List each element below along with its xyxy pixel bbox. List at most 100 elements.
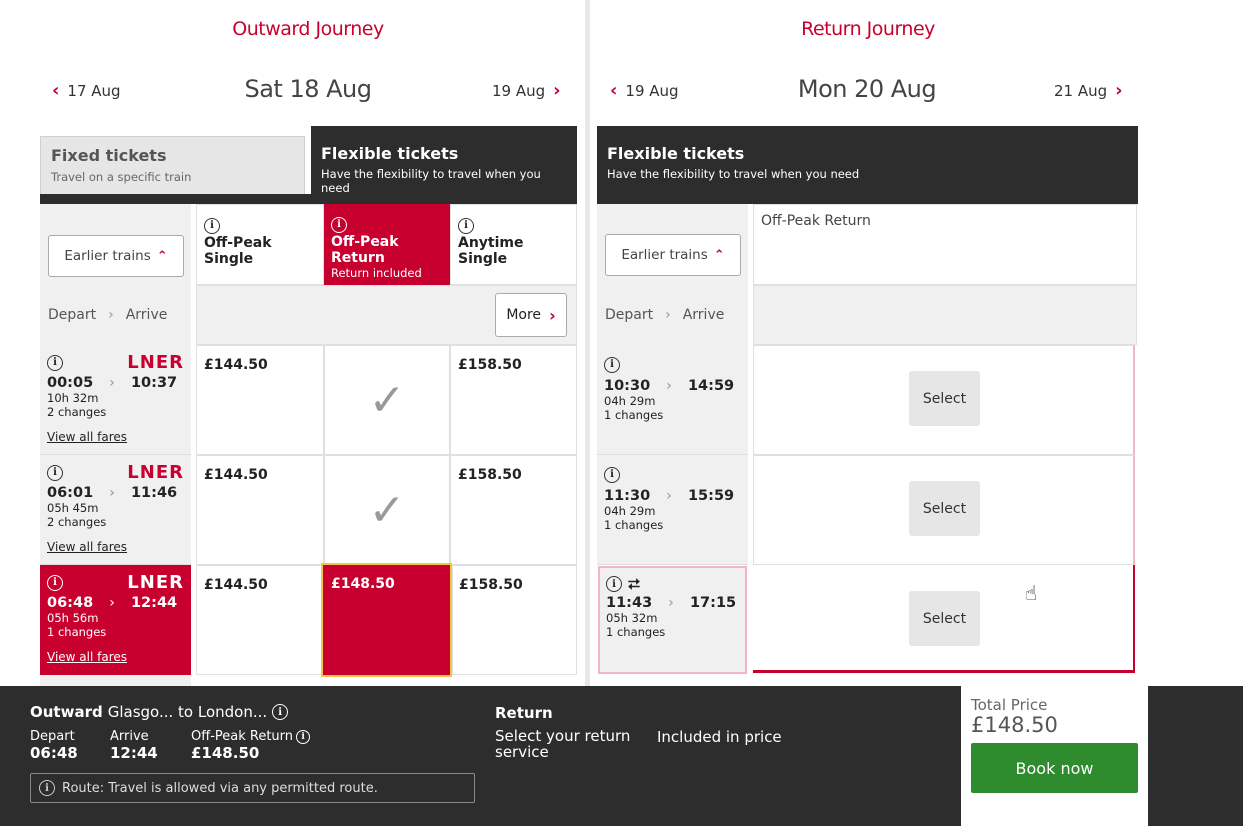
info-icon[interactable]: i	[47, 464, 63, 481]
outward-earlier-trains-button[interactable]: Earlier trains ⌃	[48, 235, 184, 277]
column-divider	[585, 0, 590, 686]
view-all-fares-link[interactable]: View all fares	[47, 650, 184, 664]
fare-price: £158.50	[458, 467, 522, 483]
fare-header-off-peak-single[interactable]: i Off-Peak Single	[196, 204, 324, 285]
operator-logo: LNER	[127, 352, 184, 373]
earlier-trains-label: Earlier trains	[64, 248, 151, 264]
total-value: £148.50	[971, 713, 1058, 737]
view-all-fares-link[interactable]: View all fares	[47, 540, 184, 554]
info-icon[interactable]: i	[296, 729, 311, 744]
tab-bar-underline	[40, 194, 577, 204]
select-button[interactable]: Select	[909, 591, 980, 646]
outward-next-day[interactable]: 19 Aug ›	[492, 80, 561, 101]
tab-fixed-tickets[interactable]: Fixed tickets Travel on a specific train	[40, 136, 305, 194]
fare-name: Anytime Single	[458, 234, 524, 267]
outward-route: Glasgo... to London...	[107, 703, 268, 721]
footer-outward-summary: Outward Glasgo... to London... i	[30, 703, 289, 721]
more-fares-button[interactable]: More ›	[495, 293, 567, 337]
return-train-row-2[interactable]: i 11:30 › 15:59 04h 29m 1 changes	[597, 455, 748, 565]
return-flex-subtitle: Have the flexibility to travel when you …	[607, 167, 860, 181]
chevron-right-icon: ›	[108, 307, 114, 323]
info-icon[interactable]: i	[458, 217, 474, 234]
fare-cell[interactable]: £144.50	[196, 565, 324, 675]
fare-cell-return-included[interactable]: ✓	[324, 345, 450, 455]
select-button[interactable]: Select	[909, 371, 980, 426]
outward-next-date: 19 Aug	[492, 81, 546, 100]
chevron-right-icon: ›	[668, 595, 674, 611]
fare-price: £158.50	[459, 577, 523, 593]
fare-cell-selected[interactable]: £148.50	[321, 563, 452, 677]
depart-time: 06:48	[30, 744, 78, 762]
return-fare-name: Off-Peak Return	[761, 213, 871, 229]
info-icon[interactable]: i	[604, 356, 620, 373]
view-all-fares-link[interactable]: View all fares	[47, 430, 184, 444]
info-icon[interactable]: i	[47, 354, 63, 371]
fare-cell[interactable]: £158.50	[452, 565, 577, 675]
arrive-time: 10:37	[130, 375, 178, 391]
fare-price: £144.50	[204, 577, 268, 593]
arrive-time: 11:46	[130, 485, 178, 501]
chevron-right-icon: ›	[666, 377, 672, 394]
hand-cursor-icon: ☝	[1025, 581, 1038, 605]
return-fare-header: Off-Peak Return	[753, 204, 1137, 285]
outward-prev-day[interactable]: ‹ 17 Aug	[52, 80, 121, 101]
fare-price: £158.50	[458, 357, 522, 373]
changes: 1 changes	[606, 625, 666, 639]
chevron-left-icon: ‹	[52, 80, 60, 101]
depart-time: 00:05	[47, 375, 94, 391]
arrive-time: 12:44	[130, 595, 178, 611]
return-train-row-1[interactable]: i 10:30 › 14:59 04h 29m 1 changes	[597, 345, 748, 455]
duration: 05h 32m	[606, 611, 658, 625]
outward-train-row-partial	[40, 675, 191, 686]
arrive-time: 12:44	[110, 744, 158, 762]
tab-fixed-title: Fixed tickets	[51, 146, 167, 165]
return-tab-flexible-tickets[interactable]: Flexible tickets Have the flexibility to…	[597, 126, 1138, 204]
depart-time: 06:01	[47, 485, 94, 501]
operator-logo: LNER	[127, 572, 184, 593]
changes: 2 changes	[47, 515, 107, 529]
fare-cell[interactable]: £158.50	[450, 345, 577, 455]
fare-subtitle: Return included	[331, 265, 422, 280]
fare-cell[interactable]: £144.50	[196, 455, 324, 565]
return-train-row-3-hover[interactable]: i ⮂ 11:43 › 17:15 05h 32m 1 changes	[598, 566, 747, 674]
fare-cell[interactable]: £158.50	[450, 455, 577, 565]
footer-depart: Depart 06:48	[30, 729, 78, 762]
outward-title: Outward Journey	[232, 18, 384, 40]
fare-header-off-peak-return[interactable]: i Off-Peak Return Return included	[324, 204, 450, 285]
fare-header-anytime-single[interactable]: i Anytime Single	[450, 204, 577, 285]
arrive-label: Arrive	[682, 307, 725, 323]
info-icon[interactable]: i	[604, 466, 620, 483]
fare-cell-return-included[interactable]: ✓	[324, 455, 450, 565]
fare-price: £144.50	[204, 357, 268, 373]
duration: 04h 29m	[604, 393, 656, 408]
fare-cell[interactable]: £144.50	[196, 345, 324, 455]
outward-depart-arrive-header: Depart › Arrive	[40, 285, 191, 345]
duration: 04h 29m	[604, 503, 656, 518]
outward-train-row-2[interactable]: i LNER 06:01 › 11:46 05h 45m 2 changes V…	[40, 455, 191, 565]
info-icon[interactable]: i	[204, 217, 220, 234]
change-route-icon: ⮂	[628, 575, 641, 593]
info-icon[interactable]: i	[331, 216, 347, 233]
checkmark-icon: ✓	[368, 374, 406, 426]
select-button[interactable]: Select	[909, 481, 980, 536]
return-earlier-trains-button[interactable]: Earlier trains ⌃	[605, 234, 741, 276]
chevron-right-icon: ›	[666, 487, 672, 504]
outward-train-row-1[interactable]: i LNER 00:05 › 10:37 10h 32m 2 changes V…	[40, 345, 191, 455]
info-icon[interactable]: i	[272, 704, 289, 720]
outward-train-row-3-selected[interactable]: i LNER 06:48 › 12:44 05h 56m 1 changes V…	[40, 565, 191, 675]
chevron-right-icon: ›	[553, 80, 561, 101]
book-now-button[interactable]: Book now	[971, 743, 1138, 793]
route-note-box: i Route: Travel is allowed via any permi…	[30, 773, 475, 803]
footer-return-message: Select your return service	[495, 727, 631, 761]
arrive-time: 15:59	[687, 487, 735, 504]
chevron-up-icon: ⌃	[156, 248, 168, 264]
info-icon[interactable]: i	[606, 576, 622, 592]
return-header-blank	[753, 285, 1137, 345]
fare-price: £144.50	[204, 467, 268, 483]
return-prev-day[interactable]: ‹ 19 Aug	[610, 80, 679, 101]
return-next-day[interactable]: 21 Aug ›	[1054, 80, 1123, 101]
tab-flexible-tickets[interactable]: Flexible tickets Have the flexibility to…	[311, 126, 577, 195]
info-icon[interactable]: i	[47, 574, 63, 591]
route-note: Route: Travel is allowed via any permitt…	[62, 780, 378, 796]
changes: 1 changes	[47, 625, 107, 639]
